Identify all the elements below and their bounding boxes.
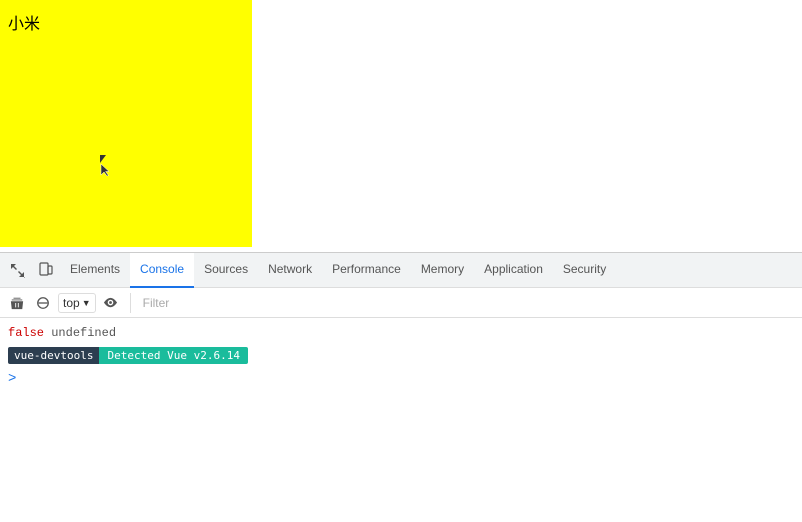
devtools-panel: Elements Console Sources Network Perform…: [0, 252, 802, 522]
context-selector-arrow: ▼: [82, 298, 91, 308]
tab-performance[interactable]: Performance: [322, 253, 411, 288]
vue-devtools-badge: vue-devtools: [8, 347, 99, 364]
device-toolbar-icon[interactable]: [32, 256, 60, 284]
tab-network[interactable]: Network: [258, 253, 322, 288]
live-expressions-button[interactable]: [100, 292, 122, 314]
prompt-caret: >: [8, 371, 16, 387]
tab-console[interactable]: Console: [130, 253, 194, 288]
tab-security[interactable]: Security: [553, 253, 616, 288]
console-prompt[interactable]: >: [8, 367, 794, 391]
console-false-value: false: [8, 324, 44, 342]
console-output: false undefined vue-devtools Detected Vu…: [0, 318, 802, 522]
console-line-false: false undefined: [8, 322, 794, 344]
tab-elements[interactable]: Elements: [60, 253, 130, 288]
console-toolbar: top ▼: [0, 288, 802, 318]
toolbar-divider: [130, 293, 131, 313]
tab-memory[interactable]: Memory: [411, 253, 474, 288]
yellow-box: 小米: [0, 0, 252, 247]
tab-sources[interactable]: Sources: [194, 253, 258, 288]
vue-devtools-badge-row: vue-devtools Detected Vue v2.6.14: [8, 344, 794, 367]
console-filter-input[interactable]: [139, 294, 796, 312]
context-selector-label: top: [63, 296, 80, 310]
chinese-label: 小米: [8, 10, 40, 34]
console-undefined-value: undefined: [51, 324, 116, 342]
devtools-tabs-row: Elements Console Sources Network Perform…: [0, 253, 802, 288]
inspect-element-icon[interactable]: [4, 256, 32, 284]
vue-detected-badge: Detected Vue v2.6.14: [99, 347, 247, 364]
tab-application[interactable]: Application: [474, 253, 553, 288]
browser-content: 小米: [0, 0, 802, 252]
clear-console-button[interactable]: [6, 292, 28, 314]
context-selector[interactable]: top ▼: [58, 293, 96, 313]
block-button[interactable]: [32, 292, 54, 314]
